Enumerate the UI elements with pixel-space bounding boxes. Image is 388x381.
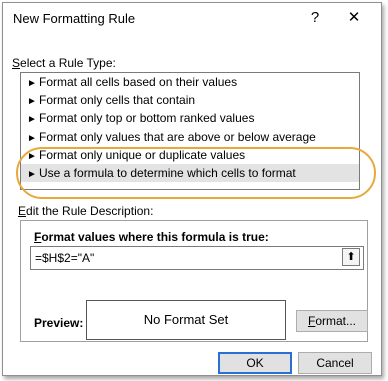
- cancel-button[interactable]: Cancel: [298, 352, 372, 374]
- arrow-icon: ►: [27, 78, 37, 89]
- rule-item-above-below-average[interactable]: ► Format only values that are above or be…: [21, 128, 359, 146]
- rule-type-list[interactable]: ► Format all cells based on their values …: [20, 72, 360, 190]
- collapse-dialog-icon[interactable]: ⬆: [342, 248, 360, 266]
- arrow-icon: ►: [27, 132, 37, 144]
- arrow-icon: ►: [27, 168, 37, 180]
- edit-description-label: Edit the Rule Description:: [18, 204, 154, 218]
- format-button[interactable]: Format...: [296, 310, 368, 332]
- dialog-title: New Formatting Rule: [13, 11, 136, 26]
- rule-type-label: Select a Rule Type:: [12, 56, 116, 70]
- rule-item-unique-duplicate[interactable]: ► Format only unique or duplicate values: [21, 146, 359, 164]
- rule-item-use-formula[interactable]: ► Use a formula to determine which cells …: [21, 163, 359, 183]
- formula-input[interactable]: =$H$2="A": [30, 246, 364, 270]
- rule-item-all-cells[interactable]: ► Format all cells based on their values: [21, 73, 359, 91]
- arrow-icon: ►: [27, 96, 37, 108]
- rule-item-top-bottom[interactable]: ► Format only top or bottom ranked values: [21, 109, 359, 127]
- ok-button[interactable]: OK: [218, 352, 292, 374]
- preview-box: No Format Set: [86, 300, 286, 340]
- rule-item-cells-contain[interactable]: ► Format only cells that contain: [21, 91, 359, 109]
- title-bar: New Formatting Rule ? ✕: [3, 3, 381, 33]
- arrow-icon: ►: [27, 114, 37, 126]
- help-button[interactable]: ?: [306, 8, 324, 28]
- close-icon[interactable]: ✕: [343, 8, 365, 28]
- arrow-icon: ►: [27, 150, 37, 162]
- preview-label: Preview:: [34, 316, 84, 330]
- formula-heading: Format values where this formula is true…: [34, 230, 269, 244]
